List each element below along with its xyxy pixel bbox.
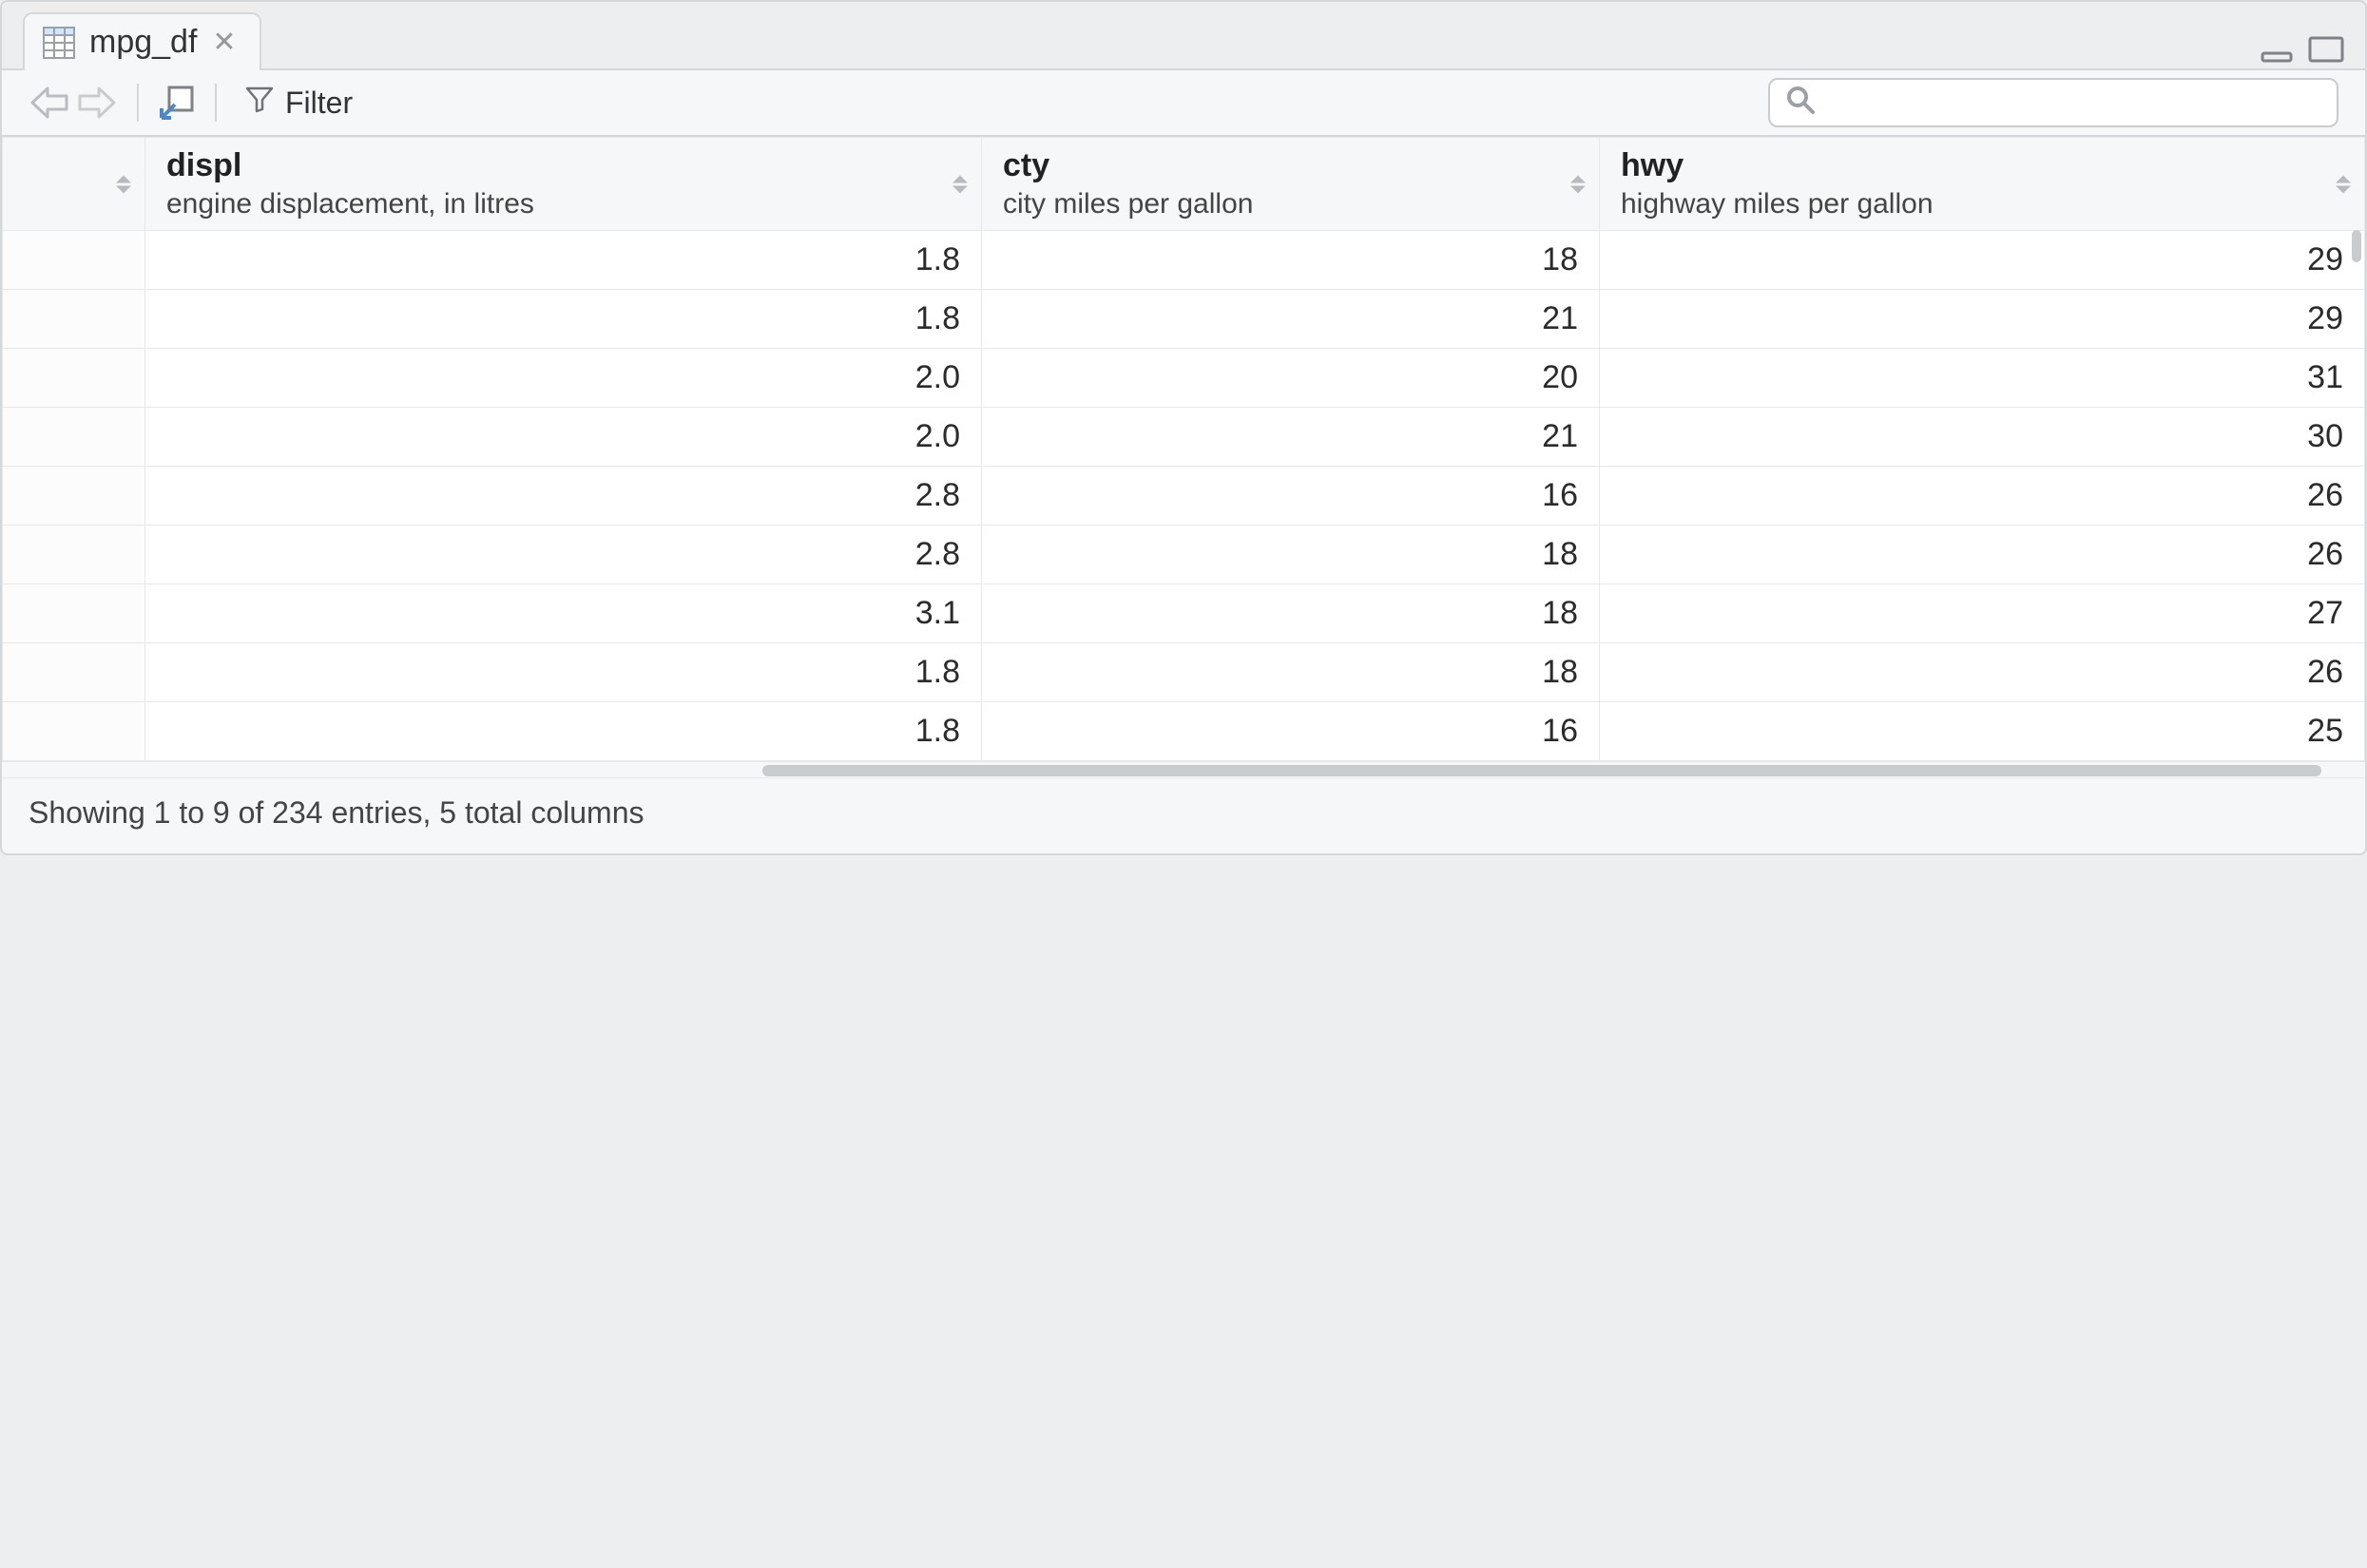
cell-cty: 18 [982,526,1600,584]
minimize-icon[interactable] [2257,34,2297,65]
column-name: displ [166,147,960,184]
close-icon[interactable]: ✕ [210,26,238,59]
tab-title: mpg_df [89,24,197,61]
cell-displ: 1.8 [145,702,982,761]
table-row[interactable]: 1.81826 [3,643,2365,702]
table-row[interactable]: 1.81625 [3,702,2365,761]
table-row[interactable]: 2.81626 [3,467,2365,526]
column-header-hwy[interactable]: hwy highway miles per gallon [1600,138,2365,231]
table-row[interactable]: 2.81826 [3,526,2365,584]
table-row[interactable]: 3.11827 [3,584,2365,643]
table-row[interactable]: 2.02031 [3,349,2365,408]
table-row[interactable]: 1.82129 [3,290,2365,349]
vertical-scrollbar-thumb[interactable] [2352,230,2361,262]
column-desc: engine displacement, in litres [166,188,960,220]
popout-icon[interactable] [158,84,196,122]
column-name: hwy [1621,147,2343,184]
cell-cty: 18 [982,584,1600,643]
filter-button[interactable]: Filter [236,81,362,124]
cell-displ: 3.1 [145,584,982,643]
search-box[interactable] [1768,78,2338,127]
cell-hwy: 26 [1600,526,2365,584]
back-icon[interactable] [29,85,70,121]
row-number-cell [3,408,145,467]
header-row: displ engine displacement, in litres cty… [3,138,2365,231]
row-number-cell [3,467,145,526]
cell-hwy: 29 [1600,231,2365,290]
column-desc: highway miles per gallon [1621,188,2343,220]
cell-hwy: 30 [1600,408,2365,467]
tab-mpg-df[interactable]: mpg_df ✕ [23,12,261,70]
column-name: cty [1003,147,1578,184]
row-number-cell [3,290,145,349]
toolbar-divider [215,84,217,122]
cell-displ: 1.8 [145,643,982,702]
cell-hwy: 27 [1600,584,2365,643]
column-header-displ[interactable]: displ engine displacement, in litres [145,138,982,231]
cell-displ: 2.8 [145,526,982,584]
row-number-cell [3,526,145,584]
row-number-cell [3,231,145,290]
tab-strip: mpg_df ✕ [2,2,2365,68]
cell-displ: 2.8 [145,467,982,526]
row-number-cell [3,584,145,643]
cell-cty: 18 [982,231,1600,290]
row-number-cell [3,702,145,761]
cell-displ: 2.0 [145,408,982,467]
cell-cty: 16 [982,467,1600,526]
cell-displ: 2.0 [145,349,982,408]
funnel-icon [245,85,274,121]
scrollbar-thumb[interactable] [762,765,2321,776]
toolbar-divider [137,84,139,122]
search-input[interactable] [1827,86,2321,120]
data-grid: displ engine displacement, in litres cty… [2,137,2365,778]
sort-icon[interactable] [116,175,131,193]
status-bar: Showing 1 to 9 of 234 entries, 5 total c… [2,778,2365,853]
column-header-cty[interactable]: cty city miles per gallon [982,138,1600,231]
cell-hwy: 25 [1600,702,2365,761]
cell-hwy: 26 [1600,643,2365,702]
cell-cty: 20 [982,349,1600,408]
cell-displ: 1.8 [145,290,982,349]
cell-cty: 21 [982,290,1600,349]
sort-icon[interactable] [2336,175,2351,193]
row-number-cell [3,643,145,702]
column-desc: city miles per gallon [1003,188,1578,220]
cell-hwy: 31 [1600,349,2365,408]
search-icon [1785,85,1816,122]
filter-label: Filter [285,86,353,121]
maximize-icon[interactable] [2306,34,2346,65]
table-row[interactable]: 2.02130 [3,408,2365,467]
data-viewer-window: mpg_df ✕ [0,0,2367,855]
status-text: Showing 1 to 9 of 234 entries, 5 total c… [29,795,645,830]
table-icon [42,26,76,60]
window-controls [2257,34,2356,68]
cell-hwy: 29 [1600,290,2365,349]
table-row[interactable]: 1.81829 [3,231,2365,290]
cell-cty: 16 [982,702,1600,761]
forward-icon[interactable] [76,85,118,121]
cell-cty: 21 [982,408,1600,467]
sort-icon[interactable] [953,175,968,193]
cell-cty: 18 [982,643,1600,702]
row-number-header[interactable] [3,138,145,231]
cell-displ: 1.8 [145,231,982,290]
sort-icon[interactable] [1570,175,1586,193]
cell-hwy: 26 [1600,467,2365,526]
toolbar: Filter [2,68,2365,137]
horizontal-scrollbar[interactable] [2,761,2365,778]
row-number-cell [3,349,145,408]
